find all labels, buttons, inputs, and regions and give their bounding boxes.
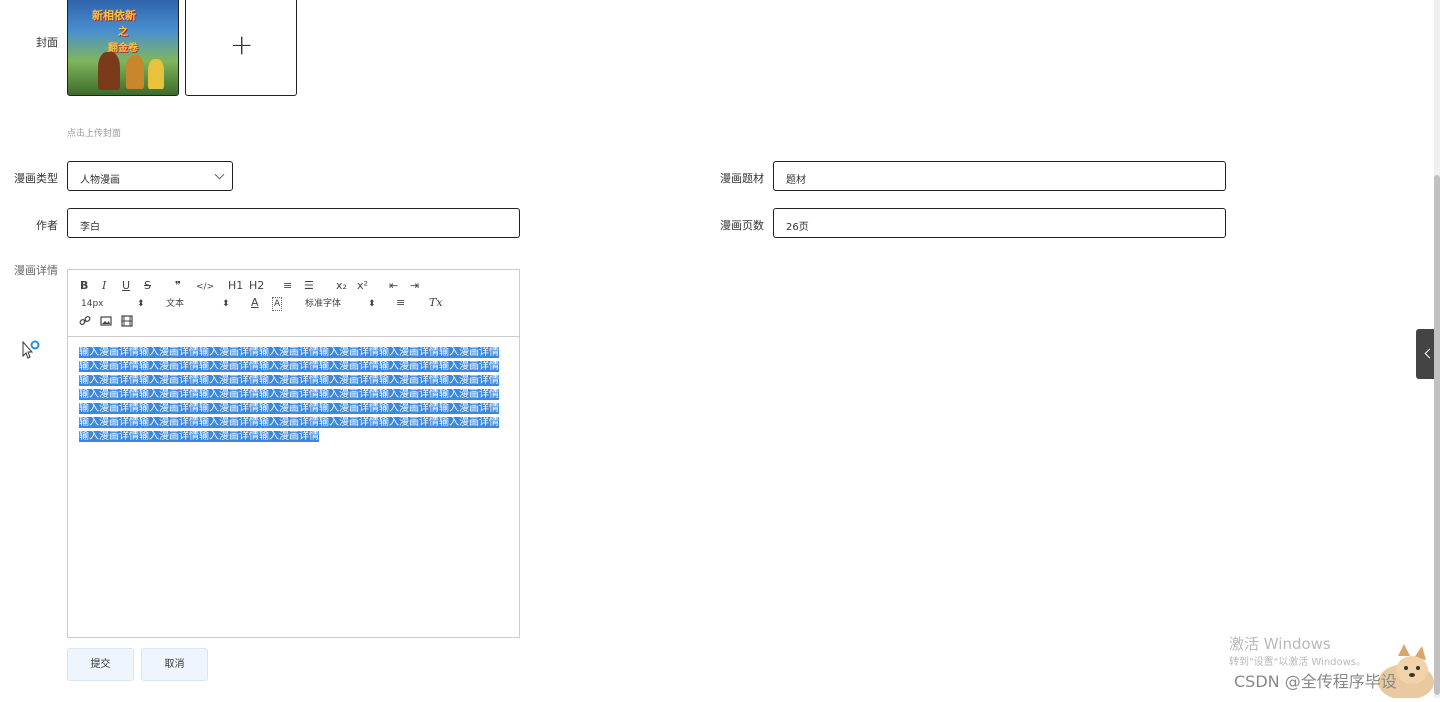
header-arrow-icon: ⬍ — [222, 299, 230, 309]
windows-activation-title: 激活 Windows — [1229, 635, 1331, 653]
page-scrollbar[interactable] — [1434, 0, 1440, 698]
superscript-button[interactable]: x² — [357, 280, 368, 292]
cover-label: 封面 — [36, 36, 58, 49]
rich-text-editor[interactable]: B I U S ❞ </> H1 H2 ≡ ☰ x₂ x² ⇤ ⇥ 14px ⬍… — [67, 269, 520, 638]
pages-label: 漫画页数 — [720, 219, 764, 232]
theme-input[interactable]: 题材 — [773, 161, 1226, 191]
windows-activation-subtitle: 转到"设置"以激活 Windows。 — [1229, 657, 1367, 668]
outdent-button[interactable]: ⇤ — [389, 280, 398, 292]
author-input[interactable]: 李白 — [67, 208, 520, 238]
pages-input-value: 26页 — [786, 222, 809, 233]
upload-hint: 点击上传封面 — [67, 129, 122, 139]
image-icon[interactable] — [100, 315, 112, 330]
cover-thumb-title: 新相依新 — [92, 9, 136, 22]
underline-button[interactable]: U — [122, 280, 130, 292]
bullet-list-button[interactable]: ☰ — [304, 280, 314, 292]
link-icon[interactable] — [79, 315, 91, 330]
header-2-button[interactable]: H2 — [249, 280, 264, 292]
chevron-down-icon — [214, 169, 225, 180]
header-select[interactable]: 文本 — [166, 298, 184, 310]
blockquote-button[interactable]: ❞ — [175, 280, 181, 292]
cover-thumb-title-2: 之 — [118, 27, 128, 38]
indent-button[interactable]: ⇥ — [410, 280, 419, 292]
font-family-arrow-icon: ⬍ — [368, 299, 376, 309]
align-button[interactable]: ≡ — [396, 297, 405, 309]
upload-cover-button[interactable]: + — [185, 0, 297, 96]
cover-figure — [148, 59, 164, 89]
submit-button[interactable]: 提交 — [67, 648, 134, 681]
italic-button[interactable]: I — [102, 280, 106, 292]
scrollbar-thumb[interactable] — [1434, 175, 1440, 695]
header-1-button[interactable]: H1 — [228, 280, 243, 292]
chevron-left-icon — [1424, 348, 1435, 359]
type-select[interactable]: 人物漫画 — [67, 161, 233, 191]
cover-thumbnail[interactable]: 新相依新 之 翻金卷 — [67, 0, 179, 96]
subscript-button[interactable]: x₂ — [336, 280, 347, 292]
theme-input-value: 题材 — [786, 175, 806, 186]
background-color-button[interactable]: A — [272, 297, 283, 311]
text-color-button[interactable]: A — [251, 297, 259, 309]
clean-format-button[interactable]: Tx — [429, 297, 443, 309]
theme-label: 漫画题材 — [720, 172, 764, 185]
code-block-button[interactable]: </> — [196, 281, 214, 293]
video-icon[interactable] — [121, 315, 133, 330]
font-size-select[interactable]: 14px — [81, 298, 104, 310]
font-family-select[interactable]: 标准字体 — [305, 298, 341, 310]
author-input-value: 李白 — [80, 222, 100, 233]
editor-toolbar: B I U S ❞ </> H1 H2 ≡ ☰ x₂ x² ⇤ ⇥ 14px ⬍… — [68, 270, 519, 337]
bold-button[interactable]: B — [80, 280, 88, 292]
ordered-list-button[interactable]: ≡ — [283, 280, 292, 292]
editor-content[interactable]: 输入漫画详情输入漫画详情输入漫画详情输入漫画详情输入漫画详情输入漫画详情输入漫画… — [79, 346, 506, 444]
cover-figure — [126, 55, 144, 89]
plus-icon: + — [230, 28, 254, 61]
author-label: 作者 — [36, 219, 58, 232]
font-size-arrow-icon: ⬍ — [137, 299, 145, 309]
cursor-loading-icon — [22, 340, 40, 359]
cover-figure — [98, 52, 120, 90]
selected-text: 输入漫画详情输入漫画详情输入漫画详情输入漫画详情输入漫画详情输入漫画详情输入漫画… — [79, 347, 499, 442]
pages-input[interactable]: 26页 — [773, 208, 1226, 238]
cancel-button[interactable]: 取消 — [141, 648, 208, 681]
type-select-value: 人物漫画 — [80, 175, 120, 186]
detail-label: 漫画详情 — [14, 264, 58, 277]
strike-button[interactable]: S — [144, 280, 151, 292]
csdn-watermark: CSDN @全传程序毕设 — [1234, 672, 1397, 691]
type-label: 漫画类型 — [14, 172, 58, 185]
